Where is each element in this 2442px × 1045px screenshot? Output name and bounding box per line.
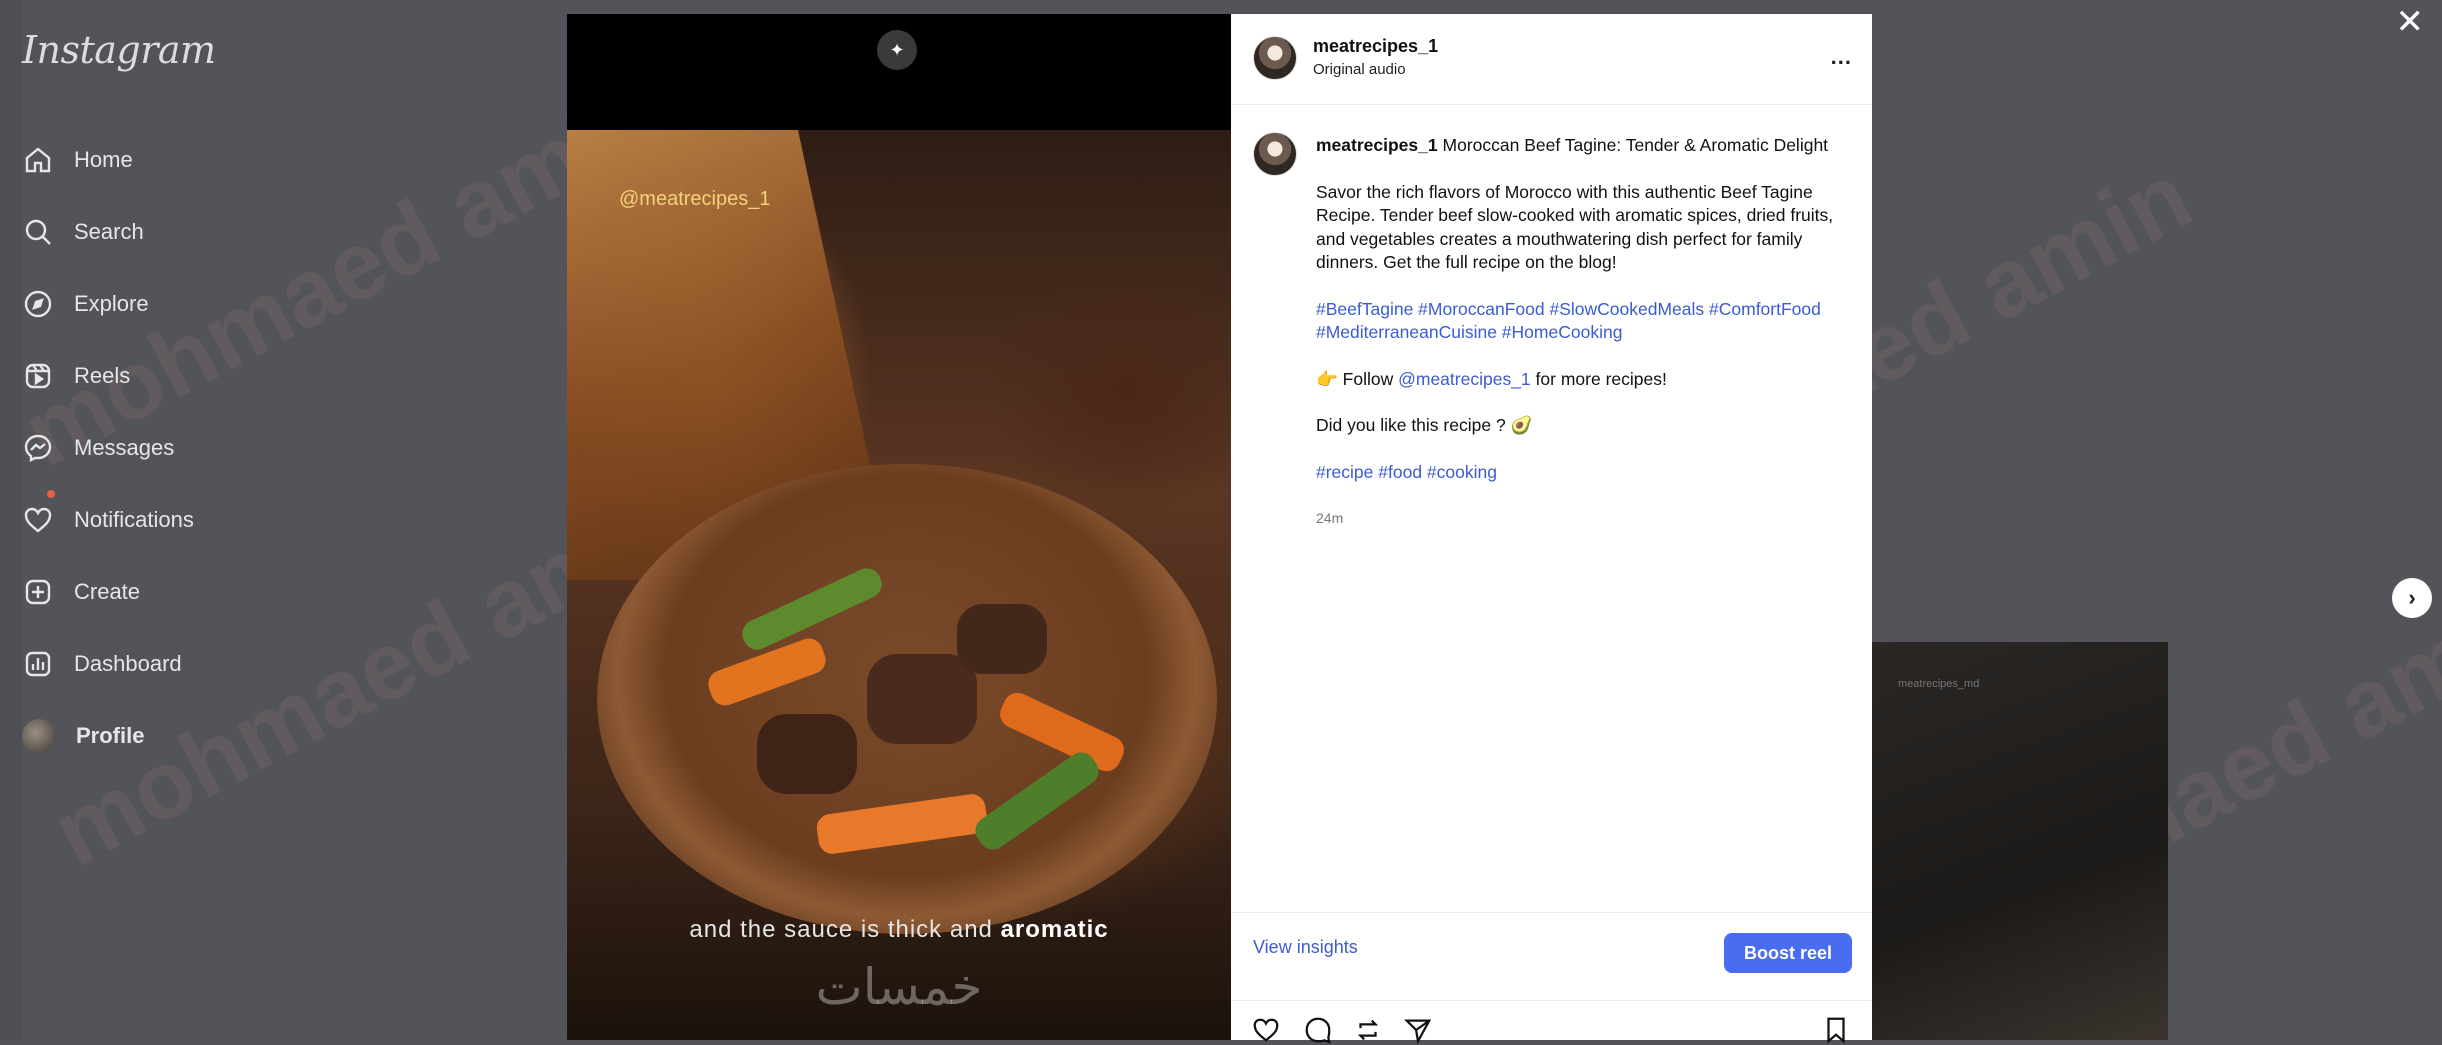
sidebar-item-explore[interactable]: Explore	[0, 268, 360, 340]
view-insights-link[interactable]: View insights	[1253, 937, 1358, 958]
sidebar-item-profile[interactable]: Profile	[0, 700, 360, 772]
hashtags[interactable]: #recipe #food #cooking	[1316, 461, 1856, 485]
logo-overlay-text: خمسات	[815, 959, 983, 1015]
boost-reel-button[interactable]: Boost reel	[1724, 933, 1852, 973]
sidebar-item-reels[interactable]: Reels	[0, 340, 360, 412]
home-icon	[25, 147, 51, 173]
more-options-icon[interactable]: ...	[1831, 44, 1852, 70]
avatar[interactable]	[1253, 36, 1297, 80]
heart-icon[interactable]	[1251, 1015, 1281, 1045]
caption-title: Moroccan Beef Tagine: Tender & Aromatic …	[1442, 135, 1829, 155]
sidebar-item-home[interactable]: Home	[0, 124, 360, 196]
beef-image	[757, 714, 857, 794]
dashboard-icon	[25, 651, 51, 677]
comment-icon[interactable]	[1303, 1015, 1333, 1045]
hashtags[interactable]: #BeefTagine #MoroccanFood #SlowCookedMea…	[1316, 298, 1856, 345]
messenger-icon	[24, 434, 52, 462]
sidebar-item-create[interactable]: Create	[0, 556, 360, 628]
sidebar-item-label: Dashboard	[74, 651, 182, 676]
reels-icon	[25, 363, 51, 389]
instagram-logo[interactable]: Instagram	[22, 28, 216, 72]
sidebar-item-label: Home	[74, 147, 133, 172]
media-handle-overlay: @meatrecipes_1	[619, 188, 771, 210]
caption-question: Did you like this recipe ? 🥑	[1316, 415, 1533, 435]
sidebar-item-label: Messages	[74, 435, 175, 460]
chevron-right-icon: ›	[2408, 585, 2416, 610]
next-post-preview-label: meatrecipes_md	[1898, 678, 1980, 690]
follow-suffix: for more recipes!	[1535, 368, 1667, 389]
sidebar-item-search[interactable]: Search	[0, 196, 360, 268]
post-actions	[1231, 1000, 1872, 1045]
post-footer: View insights Boost reel	[1231, 912, 1872, 973]
sidebar-item-label: Explore	[74, 291, 149, 316]
post-header: meatrecipes_1 Original audio ...	[1231, 14, 1872, 105]
mention-link[interactable]: @meatrecipes_1	[1398, 369, 1531, 389]
subtitle-text: and the sauce is thick and	[689, 916, 993, 943]
next-post-button[interactable]: ›	[2392, 578, 2432, 618]
next-post-preview[interactable]	[1872, 642, 2168, 1040]
subtitle-emphasis: aromatic	[1000, 916, 1109, 943]
sidebar-nav: Home Search Explore Reels Messages Notif…	[0, 124, 360, 772]
avatar[interactable]	[1253, 132, 1297, 176]
sidebar: Instagram Home Search Explore Reels Mess…	[0, 0, 360, 1040]
follow-prefix: 👉 Follow	[1316, 368, 1394, 389]
caption-username[interactable]: meatrecipes_1	[1316, 135, 1438, 155]
plus-square-icon	[25, 579, 51, 605]
sidebar-item-label: Reels	[74, 363, 131, 388]
close-icon[interactable]: ✕	[2396, 2, 2425, 42]
beef-image	[867, 654, 977, 744]
notification-dot	[47, 490, 55, 498]
caption-description: Savor the rich flavors of Morocco with t…	[1316, 181, 1834, 273]
beef-image	[957, 604, 1047, 674]
sidebar-item-messages[interactable]: Messages	[0, 412, 360, 484]
heart-icon	[24, 507, 52, 533]
post-username[interactable]: meatrecipes_1	[1313, 36, 1438, 57]
sidebar-item-notifications[interactable]: Notifications	[0, 484, 360, 556]
post-caption: meatrecipes_1 Moroccan Beef Tagine: Tend…	[1316, 134, 1856, 554]
sidebar-item-label: Profile	[76, 723, 145, 748]
avatar	[22, 719, 56, 753]
share-icon[interactable]	[1403, 1015, 1433, 1045]
sidebar-item-label: Notifications	[74, 507, 194, 532]
reel-media[interactable]: ✦ @meatrecipes_1 and the sauce is thick …	[567, 14, 1231, 1040]
compass-icon	[24, 290, 52, 318]
reel-subtitle: and the sauce is thick and aromatic	[567, 916, 1231, 944]
bookmark-icon[interactable]	[1821, 1015, 1851, 1045]
audio-link[interactable]: Original audio	[1313, 61, 1406, 78]
post-timestamp: 24m	[1316, 510, 1344, 526]
sidebar-item-label: Create	[74, 579, 141, 604]
repost-icon[interactable]	[1353, 1015, 1383, 1045]
post-details-panel: meatrecipes_1 Original audio ... meatrec…	[1231, 14, 1872, 1045]
sidebar-item-label: Search	[74, 219, 144, 244]
search-icon	[25, 219, 51, 245]
sidebar-item-dashboard[interactable]: Dashboard	[0, 628, 360, 700]
sparkle-icon[interactable]: ✦	[877, 30, 917, 70]
